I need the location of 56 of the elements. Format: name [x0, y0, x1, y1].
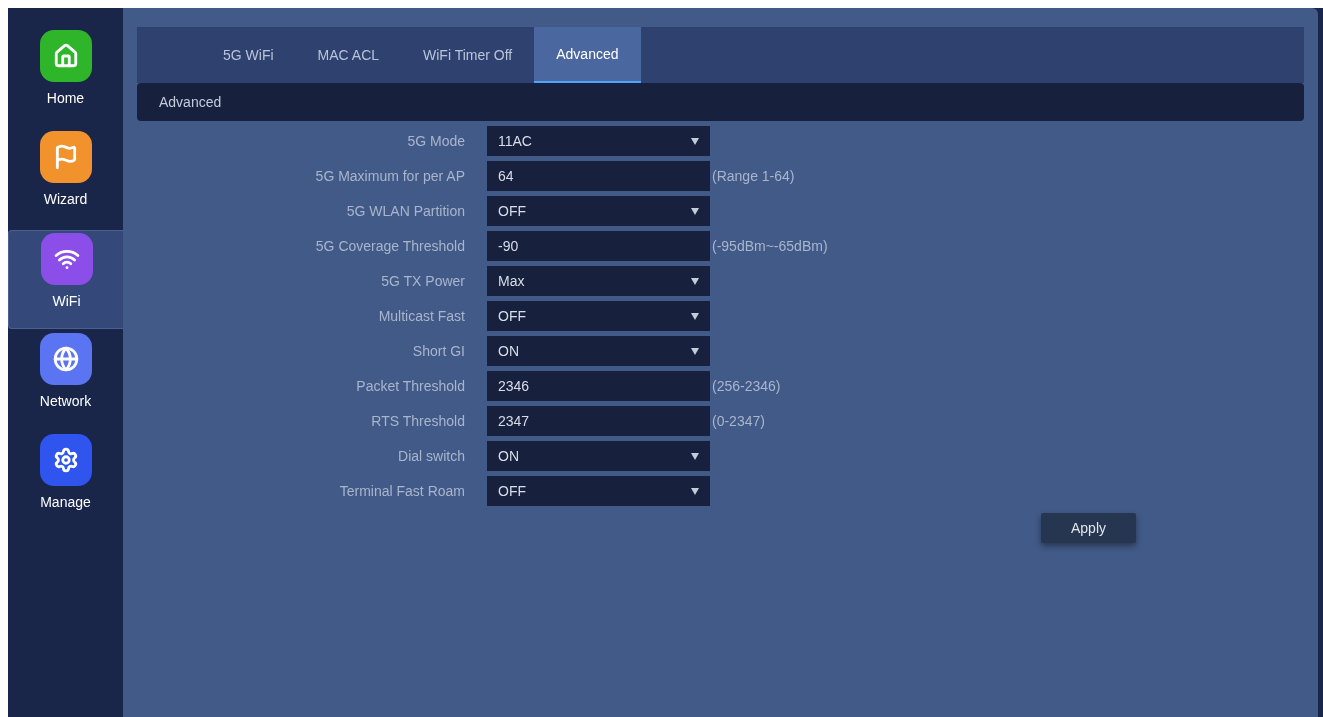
field-label: Multicast Fast: [377, 306, 466, 326]
sidebar-item[interactable]: Wizard: [8, 129, 123, 228]
dropdown-value: Max: [498, 271, 525, 291]
dropdown[interactable]: OFF: [487, 301, 710, 331]
dropdown-value: OFF: [498, 481, 526, 501]
tab[interactable]: 5G WiFi: [201, 27, 296, 83]
range-hint: (0-2347): [712, 411, 765, 431]
caret-icon: [691, 312, 699, 320]
caret-icon: [691, 452, 699, 460]
field-label: 5G Coverage Threshold: [314, 236, 466, 256]
dropdown-value: ON: [498, 446, 519, 466]
field-label: 5G Maximum for per AP: [314, 166, 466, 186]
sidebar-item[interactable]: Home: [8, 28, 123, 127]
sidebar-item[interactable]: WiFi: [8, 230, 124, 329]
flag-icon: [39, 131, 92, 183]
sidebar-item[interactable]: Manage: [8, 432, 123, 531]
dropdown[interactable]: OFF: [487, 476, 710, 506]
section-title: Advanced: [159, 92, 222, 112]
range-hint: (256-2346): [712, 376, 781, 396]
dropdown[interactable]: ON: [487, 336, 710, 366]
dropdown-value: ON: [498, 341, 519, 361]
input-field[interactable]: 2346: [487, 371, 710, 401]
dropdown-value: OFF: [498, 306, 526, 326]
tab[interactable]: MAC ACL: [295, 27, 402, 83]
caret-icon: [691, 207, 699, 215]
input-field[interactable]: 64: [487, 161, 710, 191]
field-label: Terminal Fast Roam: [338, 481, 466, 501]
dropdown[interactable]: OFF: [487, 196, 710, 226]
field-label: RTS Threshold: [370, 411, 466, 431]
range-hint: (-95dBm~-65dBm): [712, 236, 828, 256]
caret-icon: [691, 487, 699, 495]
apply-button[interactable]: Apply: [1041, 513, 1136, 543]
settings-icon: [39, 434, 92, 486]
dropdown[interactable]: 11AC: [487, 126, 710, 156]
field-label: 5G Mode: [406, 131, 466, 151]
tab[interactable]: WiFi Timer Off: [401, 27, 535, 83]
sidebar-item[interactable]: Network: [8, 331, 123, 430]
field-label: 5G WLAN Partition: [345, 201, 466, 221]
dropdown[interactable]: ON: [487, 441, 710, 471]
field-label: Packet Threshold: [355, 376, 466, 396]
input-field[interactable]: -90: [487, 231, 710, 261]
field-label: Dial switch: [397, 446, 466, 466]
globe-icon: [39, 333, 92, 385]
house-icon: [39, 30, 92, 82]
input-field[interactable]: 2347: [487, 406, 710, 436]
caret-icon: [691, 137, 699, 145]
range-hint: (Range 1-64): [712, 166, 795, 186]
field-label: 5G TX Power: [380, 271, 466, 291]
dropdown-value: 11AC: [498, 131, 532, 151]
wifi-icon: [40, 233, 93, 285]
field-label: Short GI: [411, 341, 466, 361]
caret-icon: [691, 277, 699, 285]
caret-icon: [691, 347, 699, 355]
dropdown-value: OFF: [498, 201, 526, 221]
dropdown[interactable]: Max: [487, 266, 710, 296]
tab[interactable]: Advanced: [534, 27, 641, 83]
